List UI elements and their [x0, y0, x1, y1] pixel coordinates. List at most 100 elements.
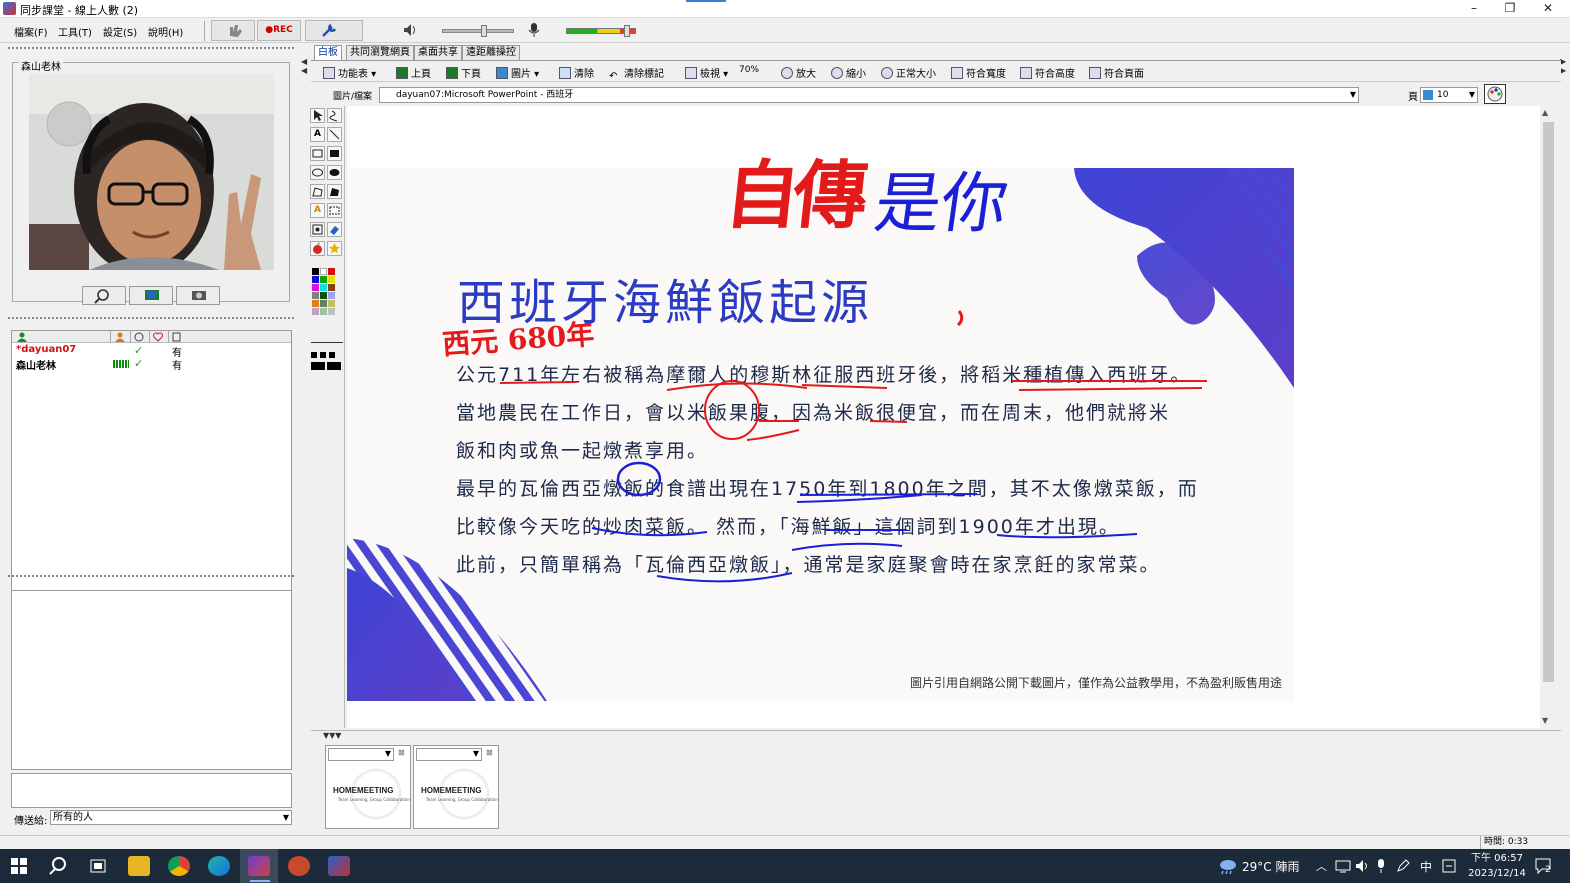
speaker-volume-slider[interactable] [442, 29, 514, 33]
file-select[interactable]: dayuan07:Microsoft PowerPoint - 西班牙 ▼ [379, 87, 1359, 103]
scroll-down-icon[interactable]: ▼ [1542, 716, 1548, 725]
highlight-text-tool[interactable]: A [310, 203, 325, 218]
image-menu-button[interactable]: 圖片 ▾ [496, 65, 539, 80]
marquee-tool[interactable] [327, 203, 342, 218]
restore-button[interactable]: ❐ [1492, 0, 1528, 18]
swatch[interactable] [312, 292, 319, 299]
eraser-tool[interactable] [327, 222, 342, 237]
task-view-icon[interactable] [89, 858, 107, 874]
windows-start-icon[interactable] [11, 858, 27, 874]
rect-tool[interactable] [310, 146, 325, 161]
select-tool[interactable] [310, 108, 325, 123]
menu-tools[interactable]: 工具(T) [58, 24, 92, 39]
chrome-icon[interactable] [168, 856, 190, 876]
search-icon[interactable] [49, 857, 67, 875]
tray-chevron-icon[interactable]: ︿ [1316, 858, 1327, 874]
scroll-up-icon[interactable]: ▲ [1542, 108, 1548, 117]
file-explorer-icon[interactable] [128, 856, 150, 876]
screen-button[interactable] [129, 286, 173, 305]
swatch[interactable] [328, 284, 335, 291]
filled-rect-tool[interactable] [327, 146, 342, 161]
panel-grip[interactable] [8, 47, 294, 52]
swatch[interactable] [328, 268, 335, 275]
fit-width-button[interactable]: 符合寬度 [951, 65, 1006, 80]
fit-page-button[interactable]: 符合頁面 [1089, 65, 1144, 80]
apple-stamp-tool[interactable] [310, 241, 325, 256]
swatch[interactable] [312, 268, 319, 275]
swatch[interactable] [328, 308, 335, 315]
text-tool[interactable]: A [310, 127, 325, 142]
swatch[interactable] [312, 300, 319, 307]
function-menu-button[interactable]: 功能表 ▾ [323, 65, 376, 80]
fit-height-button[interactable]: 符合高度 [1020, 65, 1075, 80]
mic-level-knob[interactable] [624, 25, 630, 37]
swatch[interactable] [320, 268, 327, 275]
page-select[interactable]: 10 ▼ [1420, 87, 1478, 103]
swatch[interactable] [312, 308, 319, 315]
ellipse-tool[interactable] [310, 165, 325, 180]
close-button[interactable]: ✕ [1530, 0, 1566, 18]
filled-ellipse-tool[interactable] [327, 165, 342, 180]
scroll-thumb[interactable] [1543, 122, 1554, 682]
tab-remote-control[interactable]: 遠距離操控 [462, 45, 520, 60]
swatch[interactable] [312, 276, 319, 283]
clear-marks-button[interactable]: ↶ 清除標記 [609, 65, 664, 83]
panel-grip[interactable] [8, 317, 294, 322]
close-icon[interactable]: ⊠ [486, 748, 493, 757]
send-to-select[interactable]: 所有的人 ▼ [50, 810, 292, 825]
powerpoint-icon[interactable] [288, 856, 310, 876]
collapse-right-handle[interactable]: ▶ ▶ [1560, 57, 1568, 87]
swatch[interactable] [328, 300, 335, 307]
expand-thumbs-icon[interactable]: ▼▼▼ [323, 731, 353, 740]
swatch[interactable] [312, 284, 319, 291]
close-icon[interactable]: ⊠ [398, 748, 405, 757]
tab-desktop-share[interactable]: 桌面共享 [414, 45, 462, 60]
panel-grip[interactable] [8, 575, 294, 580]
ime-mode-icon[interactable] [1442, 859, 1456, 873]
normal-size-button[interactable]: 正常大小 [881, 65, 936, 80]
chat-history[interactable] [11, 590, 292, 770]
tab-co-browse[interactable]: 共同瀏覽網頁 [346, 45, 414, 60]
ime-indicator[interactable]: 中 [1420, 858, 1432, 875]
swatch[interactable] [328, 292, 335, 299]
pen-icon[interactable] [1395, 858, 1411, 874]
minimize-button[interactable]: – [1456, 0, 1492, 18]
stamp-tool[interactable] [310, 222, 325, 237]
tab-whiteboard[interactable]: 白板 [314, 45, 342, 60]
star-stamp-tool[interactable] [327, 241, 342, 256]
canvas-vertical-scrollbar[interactable]: ▲ ▼ [1540, 106, 1557, 728]
thumbnail-slot[interactable]: ▼ ⊠ HOMEMEETING Team Learning, Group Col… [325, 745, 411, 829]
menu-file[interactable]: 檔案(F) [14, 24, 48, 39]
prev-page-button[interactable]: 上頁 [396, 65, 431, 80]
participant-name[interactable]: *dayuan07 [16, 344, 76, 355]
microphone-tray-icon[interactable] [1375, 858, 1387, 874]
zoom-video-button[interactable] [82, 286, 126, 305]
swatch[interactable] [320, 276, 327, 283]
menu-settings[interactable]: 設定(S) [103, 24, 137, 39]
clear-button[interactable]: 清除 [559, 65, 594, 80]
zoom-out-button[interactable]: 縮小 [831, 65, 866, 80]
line-tool[interactable] [327, 127, 342, 142]
chat-input[interactable] [11, 773, 292, 808]
volume-icon[interactable] [1355, 859, 1371, 873]
freehand-tool[interactable] [327, 108, 342, 123]
view-menu-button[interactable]: 檢視 ▾ [685, 65, 728, 80]
notification-icon[interactable] [1534, 857, 1554, 875]
wrench-button[interactable] [305, 20, 363, 41]
thumbnail-select[interactable]: ▼ [328, 748, 394, 761]
swatch[interactable] [320, 292, 327, 299]
collapse-left-handle[interactable]: ◀ ◀ [301, 57, 307, 87]
rec-button[interactable]: ●REC [257, 20, 301, 41]
hand-button[interactable] [211, 20, 255, 41]
thumbnail-select[interactable]: ▼ [416, 748, 482, 761]
speaker-volume-knob[interactable] [481, 25, 487, 37]
menu-help[interactable]: 說明(H) [148, 24, 183, 39]
zoom-in-button[interactable]: 放大 [781, 65, 816, 80]
edge-icon[interactable] [208, 856, 230, 876]
swatch[interactable] [328, 276, 335, 283]
swatch[interactable] [320, 300, 327, 307]
thumbnail-slot[interactable]: ▼ ⊠ HOMEMEETING Team Learning, Group Col… [413, 745, 499, 829]
next-page-button[interactable]: 下頁 [446, 65, 481, 80]
homemeeting-icon[interactable] [248, 856, 270, 876]
zoom-level[interactable]: 70% [739, 65, 759, 75]
